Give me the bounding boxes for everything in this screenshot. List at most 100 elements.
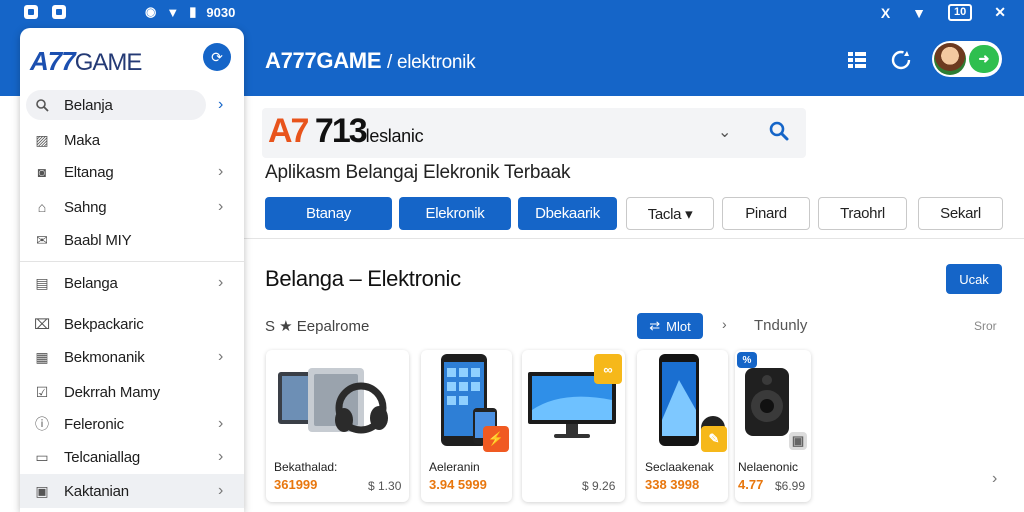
battery-icon: 10 <box>948 4 973 21</box>
sidebar-item-label: Bekmonanik <box>64 348 145 366</box>
chip-dropdown[interactable]: Tacla ▾ <box>626 197 714 230</box>
sidebar-item-feleronic[interactable]: ⓘ Feleronic › <box>20 407 244 441</box>
sidebar-item-label: Dekrrah Mamy <box>64 383 160 401</box>
chip-terbaru[interactable]: Traohrl <box>818 197 907 230</box>
lock-icon: ⌧ <box>33 315 51 332</box>
status-indicators: ◉ ▼ ▮ 9030 <box>145 4 235 20</box>
sidebar-item-bekmonanik[interactable]: ▦ Bekmonanik › <box>20 340 244 374</box>
product-card[interactable]: Bekathalad: 361999 $ 1.30 <box>266 350 409 502</box>
profile-toggle[interactable]: ➜ <box>932 41 1002 77</box>
page-title: A777GAME / elektronik <box>265 48 476 74</box>
chevron-right-icon[interactable]: › <box>722 316 727 332</box>
card-icon: ▣ <box>35 482 49 499</box>
wifi-icon: ▼ <box>166 4 180 20</box>
sidebar-item-label: Telcaniallag <box>64 448 140 466</box>
camera-icon: ◙ <box>37 164 47 180</box>
status-time: 9030 <box>206 4 236 20</box>
view-all-button[interactable]: Ucak <box>946 264 1002 294</box>
sidebar-item-label: Sahng <box>64 198 107 216</box>
product-name: Bekathalad: <box>274 460 338 474</box>
status-icons-left <box>24 5 66 19</box>
sidebar-item-baabl[interactable]: ✉ Baabl MIY <box>20 223 244 257</box>
close-icon[interactable]: X <box>881 5 890 21</box>
tag-badge-icon: ✎ <box>701 426 727 452</box>
sale-badge-icon: % <box>737 352 757 368</box>
search-icon[interactable] <box>768 120 794 146</box>
doc-icon: ▭ <box>35 448 49 465</box>
grid-icon: ▤ <box>35 274 49 291</box>
filter-pill[interactable]: ⇄ Mlot <box>637 313 703 339</box>
chevron-right-icon: › <box>218 163 224 180</box>
tv-icon: ▦ <box>35 348 49 365</box>
sidebar-item-dekrrah[interactable]: ☑ Dekrrah Mamy <box>20 375 244 409</box>
sidebar-item-bekpackaric[interactable]: ⌧ Bekpackaric <box>20 307 244 341</box>
product-name: Seclaakenak <box>645 460 714 474</box>
product-card[interactable]: ∞ $ 9.26 <box>522 350 625 502</box>
bag-icon: ⌂ <box>37 199 47 215</box>
sidebar-item-sahng[interactable]: ⌂ Sahng › <box>20 190 244 224</box>
chevron-right-icon[interactable]: › <box>992 470 997 488</box>
search-icon <box>34 97 50 113</box>
chevron-right-icon: › <box>218 482 224 499</box>
sidebar-item-belanja[interactable]: Belanja › <box>20 88 244 122</box>
filter-rating[interactable]: S ★ Eepalrome <box>265 317 369 335</box>
sidebar-item-label: Kaktanian <box>64 482 129 500</box>
product-price: 338 3998 <box>645 477 700 492</box>
section-title: Belanga – Elektronic <box>265 266 461 291</box>
avatar <box>934 43 966 75</box>
sidebar-item-eltanag[interactable]: ◙ Eltanag › <box>20 155 244 189</box>
product-old-price: $ 9.26 <box>582 479 616 493</box>
sidebar-item-telcaniallag[interactable]: ▭ Telcaniallag › <box>20 440 244 474</box>
chevron-down-icon[interactable]: ⌄ <box>718 122 731 142</box>
sort-label[interactable]: Tndunly <box>754 317 807 334</box>
image-icon: ▨ <box>35 131 49 148</box>
product-image <box>266 350 409 450</box>
product-price: 3.94 5999 <box>429 477 487 492</box>
product-card[interactable]: ✎ Seclaakenak 338 3998 <box>637 350 728 502</box>
product-name: Aeleranin <box>429 460 480 474</box>
gift-badge-icon: ▣ <box>789 432 807 450</box>
link-badge-icon: ∞ <box>594 354 622 384</box>
sidebar-item-label: Belanja <box>64 96 113 114</box>
sidebar-item-label: Maka <box>64 131 100 149</box>
chip-pinard[interactable]: Pinard <box>722 197 810 230</box>
sidebar-item-kaktanian[interactable]: ▣ Kaktanian › <box>20 474 244 508</box>
shuffle-icon: ⇄ <box>649 318 661 333</box>
chip-elektronik[interactable]: Elekronik <box>399 197 511 230</box>
product-price: 361999 <box>274 477 318 492</box>
app-notification-icon <box>52 5 66 19</box>
breadcrumb[interactable]: / elektronik <box>387 52 476 73</box>
chevron-right-icon: › <box>218 448 224 465</box>
arrow-right-icon: ➜ <box>969 45 999 73</box>
sync-icon[interactable]: ⟳ <box>203 43 231 71</box>
refresh-icon[interactable] <box>889 48 913 72</box>
product-card[interactable]: % ▣ Nelaenonic 4.77 $6.99 <box>735 350 811 502</box>
navigation-drawer: A77GAME ⟳ Belanja › ▨ Maka ◙ Eltanag › ⌂… <box>20 28 244 512</box>
status-icons-right: X ▼ 10 ✕ <box>881 4 1006 21</box>
chip-diskon[interactable]: Dbekaarik <box>518 197 617 230</box>
sort-end-label[interactable]: Sror <box>974 319 997 333</box>
chevron-right-icon: › <box>218 274 224 291</box>
chip-sekarang[interactable]: Sekarl <box>918 197 1003 230</box>
check-icon: ☑ <box>35 383 49 400</box>
sidebar-item-maka[interactable]: ▨ Maka <box>20 123 244 157</box>
search-brand: A7 713leslanic <box>268 112 424 150</box>
drawer-logo: A77GAME <box>30 46 142 76</box>
page-subtitle: Aplikasm Belangaj Elekronik Terbaak <box>265 162 571 183</box>
grid-menu-icon[interactable] <box>845 48 869 72</box>
product-card[interactable]: ⚡ Aeleranin 3.94 5999 <box>421 350 512 502</box>
chevron-right-icon: › <box>218 415 224 432</box>
product-price: 4.77 <box>738 477 764 492</box>
sidebar-item-belanga[interactable]: ▤ Belanga › <box>20 266 244 300</box>
sidebar-item-label: Feleronic <box>64 415 124 433</box>
mail-icon: ✉ <box>36 231 48 248</box>
sidebar-item-label: Baabl MIY <box>64 231 132 249</box>
chevron-right-icon: › <box>218 348 224 365</box>
info-icon: ⓘ <box>35 416 49 432</box>
close-icon[interactable]: ✕ <box>994 4 1006 21</box>
sidebar-item-label: Bekpackaric <box>64 315 144 333</box>
chip-belanja[interactable]: Btanay <box>265 197 392 230</box>
app-title: A777GAME <box>265 48 382 73</box>
product-name: Nelaenonic <box>738 460 799 474</box>
chevron-right-icon: › <box>218 198 224 215</box>
